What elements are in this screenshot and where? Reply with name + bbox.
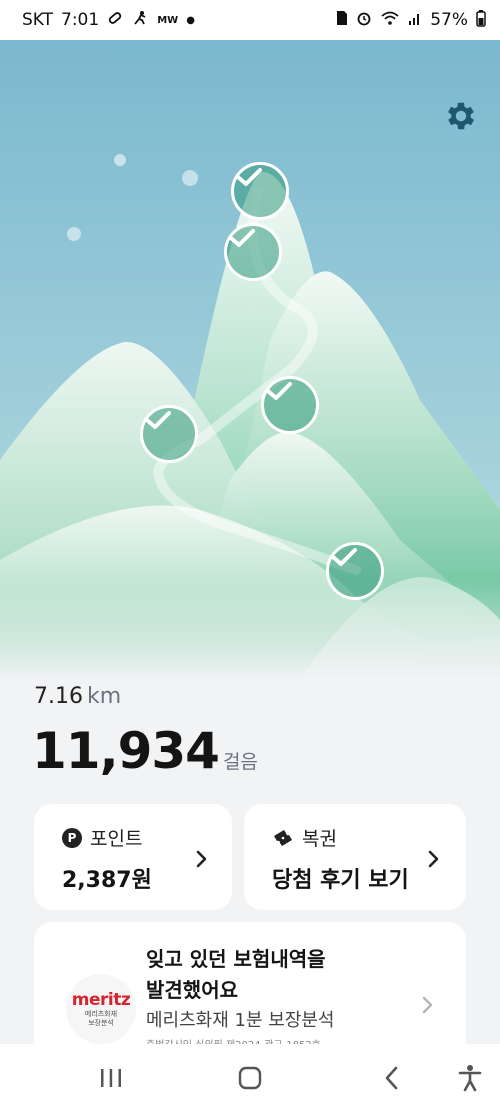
- lottery-card-header: 복권: [272, 824, 337, 851]
- check-icon: [331, 548, 357, 566]
- step-count-unit: 걸음: [222, 751, 258, 773]
- sim-icon: [336, 10, 348, 31]
- chevron-right-icon: [428, 850, 439, 868]
- settings-button[interactable]: [443, 98, 479, 134]
- gear-icon: [448, 102, 475, 130]
- check-icon: [229, 229, 255, 247]
- checkpoint-marker-1[interactable]: [231, 162, 289, 220]
- insurance-ad-card[interactable]: meritz 메리츠화재 보장분석 잊고 있던 보험내역을 발견했어요 메리츠화…: [34, 922, 466, 1062]
- accessibility-button[interactable]: [454, 1062, 486, 1094]
- status-right: 57%: [336, 9, 486, 32]
- check-icon: [266, 382, 292, 400]
- points-card-title: 포인트: [90, 828, 143, 850]
- meritz-logo: meritz 메리츠화재 보장분석: [66, 974, 136, 1044]
- chevron-right-icon: [196, 850, 207, 868]
- home-button[interactable]: [234, 1062, 266, 1094]
- ad-headline: 잊고 있던 보험내역을 발견했어요: [146, 944, 326, 1006]
- lottery-review-link: 당첨 후기 보기: [272, 868, 409, 893]
- checkpoint-marker-5[interactable]: [326, 542, 384, 600]
- back-button[interactable]: [376, 1062, 408, 1094]
- check-icon: [236, 168, 262, 186]
- ad-headline-line-2: 발견했어요: [146, 978, 238, 1002]
- recent-apps-icon: [101, 1069, 121, 1087]
- back-icon: [385, 1066, 398, 1090]
- pill-icon: [107, 10, 123, 31]
- points-balance: 2,387원: [62, 868, 152, 893]
- meritz-logo-sub-1: 메리츠화재: [84, 1010, 118, 1018]
- checkpoint-marker-4[interactable]: [140, 405, 198, 463]
- meritz-logo-sub-2: 보장분석: [88, 1019, 114, 1027]
- home-icon: [238, 1066, 262, 1090]
- distance-value: 7.16: [34, 684, 83, 709]
- chevron-right-icon: [422, 996, 433, 1014]
- check-icon: [145, 411, 171, 429]
- ad-subtitle: 메리츠화재 1분 보장분석: [146, 1010, 335, 1031]
- battery-icon: [476, 9, 486, 32]
- recent-apps-button[interactable]: [95, 1062, 127, 1094]
- system-nav-bar: [0, 1044, 500, 1111]
- points-card[interactable]: P 포인트 2,387원: [34, 804, 232, 910]
- lottery-card[interactable]: 복권 당첨 후기 보기: [244, 804, 466, 910]
- step-count-value: 11,934: [32, 722, 220, 780]
- status-bar: SKT 7:01 MW ● 57%: [0, 0, 500, 40]
- runner-icon: [131, 10, 149, 31]
- carrier-label: SKT: [22, 10, 54, 30]
- meritz-logo-brand: meritz: [71, 990, 131, 1010]
- mountain-scene: [0, 40, 500, 680]
- checkpoint-marker-2[interactable]: [224, 223, 282, 281]
- clock: 7:01: [61, 10, 100, 30]
- signal-icon: [408, 10, 422, 31]
- points-card-header: P 포인트: [62, 824, 142, 851]
- status-left: SKT 7:01 MW ●: [22, 10, 195, 31]
- battery-percent: 57%: [430, 10, 468, 30]
- lottery-card-title: 복권: [302, 828, 337, 850]
- point-icon: P: [62, 827, 82, 848]
- wifi-icon: [380, 10, 400, 31]
- alarm-icon: [356, 10, 372, 31]
- distance-unit: km: [86, 684, 122, 709]
- mountain-illustration: [0, 40, 500, 680]
- accessibility-icon: [458, 1065, 482, 1092]
- ad-headline-line-1: 잊고 있던 보험내역을: [146, 947, 326, 971]
- checkpoint-marker-3[interactable]: [261, 376, 319, 434]
- notification-dot-icon: ●: [186, 14, 195, 26]
- distance-readout: 7.16 km: [34, 684, 121, 709]
- mini-label: MW: [157, 14, 179, 26]
- ticket-icon: [274, 829, 292, 846]
- step-count: 11,934 걸음: [32, 722, 258, 780]
